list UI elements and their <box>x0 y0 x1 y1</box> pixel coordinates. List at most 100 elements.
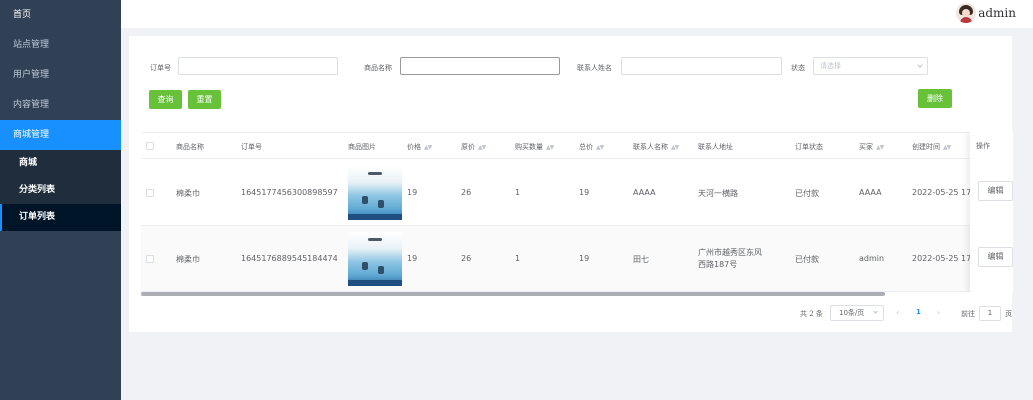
col-quantity-label: 购买数量 <box>515 143 543 151</box>
page-size-value: 10条/页 <box>839 309 865 317</box>
thumb-detail <box>362 262 368 270</box>
product-thumbnail[interactable] <box>348 166 402 220</box>
edit-button[interactable]: 编辑 <box>978 247 1013 267</box>
cell-buyer: AAAA <box>859 188 882 197</box>
col-contact-name-label: 联系人名称 <box>633 143 668 151</box>
sort-icon[interactable]: ▲▼ <box>478 144 486 151</box>
sort-icon[interactable]: ▲▼ <box>876 144 884 151</box>
prev-page-icon[interactable]: ‹ <box>896 308 899 317</box>
sidebar-item-home[interactable]: 首页 <box>0 0 121 30</box>
sidebar-item-user-management[interactable]: 用户管理 <box>0 60 121 90</box>
table-header: 商品名称 订单号 商品图片 价格 ▲▼ 原价 ▲▼ 购买数量 ▲▼ 总价 ▲▼ 联系人名… <box>141 132 1013 159</box>
thumb-detail <box>348 214 402 220</box>
cell-quantity: 1 <box>515 188 521 197</box>
product-name-label: 商品名称 <box>364 64 392 72</box>
contact-name-label: 联系人姓名 <box>577 64 612 72</box>
cell-order-status: 已付款 <box>795 189 819 198</box>
sidebar-item-site-management[interactable]: 站点管理 <box>0 30 121 60</box>
row-checkbox[interactable] <box>146 255 154 263</box>
cell-order-status: 已付款 <box>795 255 819 264</box>
col-price[interactable]: 价格 ▲▼ <box>407 142 432 152</box>
col-order-no: 订单号 <box>241 143 262 151</box>
col-total-label: 总价 <box>579 143 593 151</box>
page-size-select[interactable]: 10条/页 <box>830 305 884 321</box>
col-quantity[interactable]: 购买数量 ▲▼ <box>515 142 554 152</box>
page-number-current[interactable]: 1 <box>916 308 921 316</box>
product-thumbnail[interactable] <box>348 232 402 286</box>
query-button[interactable]: 查询 <box>149 90 182 109</box>
avatar[interactable] <box>956 3 976 23</box>
pagination-total: 共 2 条 <box>800 310 823 318</box>
next-page-icon[interactable]: › <box>937 308 940 317</box>
sidebar-item-mall-management[interactable]: 商城管理 <box>0 120 121 150</box>
col-order-status: 订单状态 <box>795 143 823 151</box>
cell-buyer: admin <box>859 254 885 263</box>
cell-contact-address: 天河一横路 <box>698 189 738 198</box>
cell-contact-name: 田七 <box>633 255 649 264</box>
col-created-time-label: 创建时间 <box>912 143 940 151</box>
sort-icon[interactable]: ▲▼ <box>424 144 432 151</box>
col-buyer[interactable]: 买家 ▲▼ <box>859 142 884 152</box>
cell-total: 19 <box>579 254 590 263</box>
col-product-name: 商品名称 <box>176 143 204 151</box>
status-label: 状态 <box>791 64 805 72</box>
sidebar-subitem-mall[interactable]: 商城 <box>0 150 121 177</box>
cell-order-no: 1645176889545184474 <box>241 254 338 263</box>
product-name-input[interactable] <box>400 57 560 75</box>
col-original-price-label: 原价 <box>461 143 475 151</box>
cell-price: 19 <box>407 254 418 263</box>
sidebar: 首页 站点管理 用户管理 内容管理 商城管理 商城 分类列表 订单列表 <box>0 0 121 400</box>
sort-icon[interactable]: ▲▼ <box>671 144 679 151</box>
sort-icon[interactable]: ▲▼ <box>943 144 951 151</box>
col-product-image: 商品图片 <box>348 143 376 151</box>
col-created-time[interactable]: 创建时间 ▲▼ <box>912 142 951 152</box>
cell-original-price: 26 <box>461 188 472 197</box>
thumb-detail <box>362 196 368 204</box>
chevron-down-icon <box>873 309 878 314</box>
status-select-placeholder: 请选择 <box>820 62 841 70</box>
horizontal-scrollbar[interactable] <box>141 292 885 296</box>
username[interactable]: admin <box>978 6 1016 20</box>
goto-page-input[interactable]: 1 <box>979 306 1001 321</box>
order-list-card: 订单号 商品名称 联系人姓名 状态 请选择 查询 重置 删除 商品名称 订单号 … <box>129 36 1013 332</box>
col-contact-name[interactable]: 联系人名称 ▲▼ <box>633 142 679 152</box>
goto-label: 前往 <box>961 310 975 318</box>
cell-contact-address: 广州市越秀区东风西路187号 <box>698 248 762 269</box>
cell-quantity: 1 <box>515 254 521 263</box>
col-original-price[interactable]: 原价 ▲▼ <box>461 142 486 152</box>
cell-product-name: 棉柔巾 <box>176 255 200 264</box>
reset-button[interactable]: 重置 <box>188 90 221 109</box>
sidebar-subitem-order-list[interactable]: 订单列表 <box>0 204 121 231</box>
col-contact-address: 联系人地址 <box>698 143 733 151</box>
thumb-detail <box>368 172 382 175</box>
chevron-down-icon <box>917 62 923 68</box>
status-select[interactable]: 请选择 <box>813 57 928 75</box>
cell-created-time: 2022-05-25 17 <box>912 188 972 197</box>
thumb-detail <box>378 266 384 274</box>
cell-product-name: 棉柔巾 <box>176 189 200 198</box>
cell-price: 19 <box>407 188 418 197</box>
row-checkbox[interactable] <box>146 189 154 197</box>
sort-icon[interactable]: ▲▼ <box>546 144 554 151</box>
sidebar-subitem-category-list[interactable]: 分类列表 <box>0 177 121 204</box>
sort-icon[interactable]: ▲▼ <box>596 144 604 151</box>
cell-contact-name: AAAA <box>633 188 656 197</box>
edit-button[interactable]: 编辑 <box>978 181 1013 201</box>
cell-order-no: 1645177456300898597 <box>241 188 338 197</box>
table-row: 棉柔巾 1645176889545184474 19 26 1 19 田七 广州… <box>141 226 1013 292</box>
thumb-detail <box>368 238 382 241</box>
delete-button[interactable]: 删除 <box>918 89 952 108</box>
col-buyer-label: 买家 <box>859 143 873 151</box>
actions-column: 操作 编辑 编辑 <box>970 132 1013 292</box>
select-all-checkbox[interactable] <box>146 142 154 150</box>
sidebar-item-content-management[interactable]: 内容管理 <box>0 90 121 120</box>
thumb-detail <box>378 200 384 208</box>
order-table: 商品名称 订单号 商品图片 价格 ▲▼ 原价 ▲▼ 购买数量 ▲▼ 总价 ▲▼ 联系人名… <box>141 132 1013 292</box>
top-header: admin <box>121 0 1033 28</box>
page-suffix: 页 <box>1005 310 1012 318</box>
cell-total: 19 <box>579 188 590 197</box>
avatar-face <box>962 9 970 17</box>
col-total[interactable]: 总价 ▲▼ <box>579 142 604 152</box>
order-no-input[interactable] <box>178 57 338 75</box>
contact-name-input[interactable] <box>621 57 782 75</box>
